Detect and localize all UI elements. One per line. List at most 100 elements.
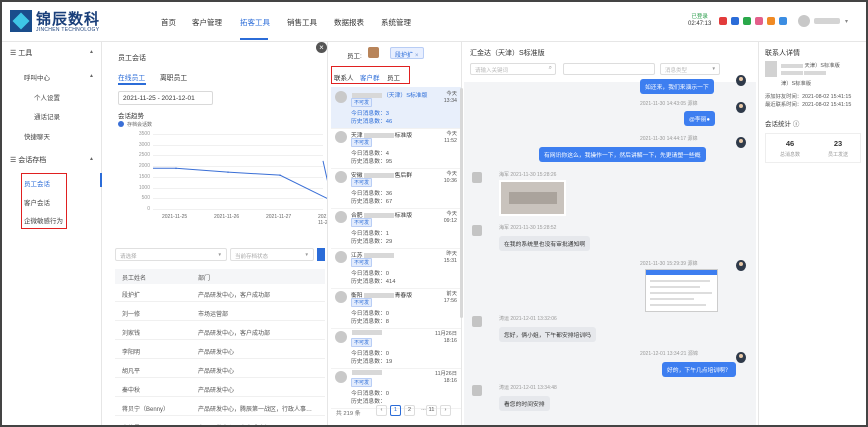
employee-dept: 产品研发中心，客户成功部	[198, 293, 271, 299]
query-button[interactable]	[317, 248, 325, 261]
employee-name: 蒋贝宁（Benny）	[122, 407, 170, 413]
nav-sales-tools[interactable]: 销售工具	[287, 17, 317, 28]
conversation-item[interactable]: 江苏 不可发 昨天 15:31 今日消息数：0 历史消息数：414	[331, 247, 461, 289]
close-panel-button[interactable]: ×	[316, 42, 327, 53]
archive-status-select[interactable]: 当前存档状态 ▼	[230, 248, 314, 261]
page-button[interactable]: 2	[404, 405, 415, 416]
page-button[interactable]: 1	[390, 405, 401, 416]
conversation-name	[351, 330, 383, 336]
table-row[interactable]: 刘家钱 产品研发中心，客户成功部	[115, 323, 325, 340]
status-badge: 不可发	[351, 258, 373, 267]
conversation-item[interactable]: 不可发 11月26日 18:16 今日消息数：0 历史消息数：19	[331, 327, 461, 369]
status-badge: 不可发	[351, 298, 373, 307]
table-row[interactable]: 秦中秋 产品研发中心	[115, 380, 325, 397]
message-meta: 2021-11-30 14:44:17 源锦	[640, 136, 698, 142]
conversation-day: 11月26日	[435, 331, 457, 337]
search-icon[interactable]: ⌕	[549, 65, 552, 72]
group-avatar	[335, 251, 347, 263]
recent-contact-time: 最近联系时间：2021-08-02 15:41:15	[765, 102, 852, 108]
collapse-arrow-icon[interactable]: ▲	[89, 49, 94, 55]
tab-customer-groups[interactable]: 客户群	[360, 72, 380, 82]
series-line	[153, 167, 333, 202]
conversation-time: 11月26日 18:16	[435, 371, 457, 385]
stats-title-label: 会话统计	[765, 121, 791, 128]
group-avatar	[335, 371, 347, 383]
redacted-text	[781, 70, 803, 75]
message-bubble: 在我的系统里也没有审批通知啊	[499, 236, 591, 251]
user-menu-caret-icon[interactable]: ▾	[845, 18, 848, 25]
conversation-day: 11月26日	[435, 371, 457, 377]
chat-date-range[interactable]	[563, 63, 655, 75]
sidebar-group-session-archive[interactable]: ☰ 会话存档	[10, 155, 46, 165]
table-row[interactable]: 刘一修 市场运营部	[115, 304, 325, 321]
employee-name: 李阳明	[122, 350, 141, 356]
info-icon[interactable]: ⓘ	[793, 121, 800, 128]
table-row[interactable]: 胡凡平 产品研发中心	[115, 361, 325, 378]
user-avatar[interactable]	[798, 15, 810, 27]
message-type-select[interactable]: 消息类型 ▼	[660, 63, 720, 75]
department-select[interactable]: 请选择 ▼	[115, 248, 227, 261]
collapse-arrow-icon[interactable]: ▲	[89, 73, 94, 79]
search-placeholder: 请输入关键词	[475, 68, 509, 74]
conversation-item[interactable]: 安徽 售后群 不可发 今天 10:36 今日消息数：36 历史消息数：67	[331, 167, 461, 209]
list-scrollbar[interactable]	[460, 88, 463, 318]
screenshot-message[interactable]	[645, 269, 718, 312]
message-bubble: 有网讯你这么，我操作一下，然后讲解一下，先更请塑一些概	[539, 147, 706, 162]
status-badge: 不可发	[351, 138, 373, 147]
close-icon[interactable]: ×	[415, 53, 419, 59]
conversation-item[interactable]: 衡阳 青春版 不可发 前天 17:56 今日消息数：0 历史消息数：8	[331, 287, 461, 329]
table-row[interactable]: 段护扩 产品研发中心，客户成功部	[115, 285, 325, 302]
employee-sessions-panel: 员工会话 在线员工 离职员工 2021-11-25 - 2021-12-01 会…	[110, 47, 333, 425]
sidebar-item-customer-sessions[interactable]: 客户会话	[24, 197, 50, 207]
history-count-label: 历史消息数：	[351, 359, 386, 365]
table-row[interactable]: 李佳星 产品研发中心，客户成功部	[115, 418, 325, 425]
sidebar-group-tools[interactable]: ☰ 工具	[10, 48, 32, 58]
conversation-item[interactable]: 合肥 标准版 不可发 今天 09:12 今日消息数：1 历史消息数：29	[331, 207, 461, 249]
table-row[interactable]: 蒋贝宁（Benny） 产品研发中心，腾辰第一战区，行政人事…	[115, 399, 325, 416]
next-page-icon[interactable]: ›	[440, 405, 451, 416]
nav-system-management[interactable]: 系统管理	[381, 17, 411, 28]
employee-name: 段护扩	[122, 293, 141, 299]
message-icon[interactable]	[731, 17, 739, 25]
phone-icon[interactable]	[743, 17, 751, 25]
redacted-text	[781, 63, 803, 68]
settings-icon[interactable]	[779, 17, 787, 25]
nav-data-reports[interactable]: 数据报表	[334, 17, 364, 28]
sidebar-item-employee-sessions[interactable]: 员工会话	[24, 178, 50, 188]
employee-dept: 产品研发中心	[198, 388, 235, 394]
history-count-value: 8	[385, 319, 390, 325]
chat-search-input[interactable]: 请输入关键词 ⌕	[470, 63, 556, 75]
conversation-time: 昨天 15:31	[444, 251, 457, 265]
message-meta: 涛运 2021-12-01 13:32:06	[499, 316, 557, 322]
department-select-placeholder: 请选择	[120, 254, 137, 260]
group-avatar	[335, 131, 347, 143]
brand-name-en: JINCHEN TECHNOLOGY	[36, 27, 100, 33]
notification-icon[interactable]	[719, 17, 727, 25]
sidebar-item-sensitive-behavior[interactable]: 企微敏感行为	[24, 215, 63, 225]
conversation-item[interactable]: （天津）S标准版 不可发 今天 13:34 今日消息数：3 历史消息数：46	[331, 87, 461, 129]
prev-page-icon[interactable]: ‹	[376, 405, 387, 416]
brand-logo[interactable]: 锦辰数科 JINCHEN TECHNOLOGY	[10, 8, 130, 36]
page-button[interactable]: 11	[426, 405, 437, 416]
sidebar-item-personal-settings[interactable]: 个人设置	[34, 92, 60, 102]
alert-icon[interactable]	[767, 17, 775, 25]
group-avatar	[335, 331, 347, 343]
image-message[interactable]	[499, 180, 566, 216]
conversation-item[interactable]: 天津 标准版 不可发 今天 11:52 今日消息数：4 历史消息数：95	[331, 127, 461, 169]
nav-home[interactable]: 首页	[161, 17, 176, 28]
nav-customer-management[interactable]: 客户管理	[192, 17, 222, 28]
sidebar-item-quick-chat[interactable]: 快捷聊天	[24, 131, 50, 141]
collapse-arrow-icon[interactable]: ▲	[89, 156, 94, 162]
conversation-clock: 18:16	[443, 378, 457, 384]
sidebar-item-call-center[interactable]: 呼叫中心	[24, 72, 50, 82]
task-icon[interactable]	[755, 17, 763, 25]
tab-contacts[interactable]: 联系人	[334, 72, 354, 82]
sidebar-item-call-records[interactable]: 通话记录	[34, 111, 60, 121]
tab-employees[interactable]: 员工	[387, 72, 400, 82]
nav-prospecting-tools[interactable]: 拓客工具	[240, 17, 270, 28]
archive-icon: ☰	[10, 157, 17, 164]
history-message-count: 历史消息数：414	[351, 276, 395, 285]
table-row[interactable]: 李阳明 产品研发中心	[115, 342, 325, 359]
conversation-item[interactable]: 不可发 11月26日 18:16 今日消息数：0 历史消息数：	[331, 367, 461, 409]
staff-filter-tag[interactable]: 段护扩 ×	[390, 47, 424, 59]
